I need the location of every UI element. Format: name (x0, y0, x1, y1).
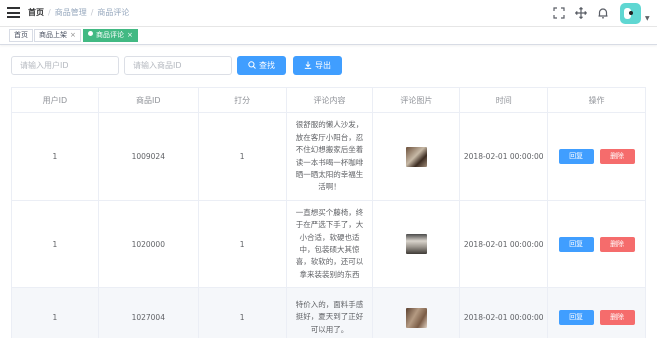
bell-icon[interactable] (597, 7, 609, 19)
comment-text: 一直想买个藤椅，终于在严选下手了，大小合适，软硬也适中，包装硕大其惊喜，软软的，… (295, 207, 364, 279)
close-icon[interactable]: × (70, 31, 76, 39)
breadcrumb-current: 商品评论 (97, 8, 130, 17)
user-id-cell: 1 (12, 113, 99, 200)
close-icon[interactable]: × (127, 31, 133, 39)
tags-view: 首页 商品上架 × 商品评论 × (0, 27, 657, 45)
score-cell: 1 (199, 113, 287, 200)
column-header: 商品ID (99, 88, 199, 112)
hamburger-icon[interactable] (7, 7, 20, 18)
column-header: 时间 (460, 88, 549, 112)
breadcrumb-separator: / (90, 8, 94, 17)
product-id-cell: 1027004 (99, 288, 199, 338)
tag-product-reviews[interactable]: 商品评论 × (83, 29, 138, 42)
score-cell: 1 (199, 288, 287, 338)
search-icon (248, 56, 256, 75)
comment-cell: 很舒服的懒人沙发，放在客厅小阳台，忍不住幻想搬家后坐着读一本书喝一杯咖啡晒一晒太… (287, 113, 374, 200)
comment-text: 特价入的，面料手感挺好，夏天到了正好可以用了。 (295, 299, 364, 334)
actions-cell: 回复 删除 (548, 288, 646, 338)
time-cell: 2018-02-01 00:00:00 (460, 201, 549, 287)
tag-home[interactable]: 首页 (9, 29, 33, 42)
comment-text: 很舒服的懒人沙发，放在客厅小阳台，忍不住幻想搬家后坐着读一本书喝一杯咖啡晒一晒太… (295, 120, 364, 192)
user-id-input[interactable] (11, 56, 119, 75)
breadcrumb-home[interactable]: 首页 (28, 8, 44, 18)
image-cell (373, 201, 461, 287)
review-image[interactable] (405, 146, 427, 167)
column-header: 用户ID (12, 88, 99, 112)
delete-button[interactable]: 删除 (599, 310, 635, 325)
delete-button[interactable]: 删除 (599, 236, 635, 252)
table-row: 1 1009024 1 很舒服的懒人沙发，放在客厅小阳台，忍不住幻想搬家后坐着读… (12, 113, 646, 201)
table-row: 1 1020000 1 一直想买个藤椅，终于在严选下手了，大小合适，软硬也适中，… (12, 201, 646, 288)
product-id-input[interactable] (124, 56, 232, 75)
active-dot-icon (88, 31, 93, 36)
tag-label: 首页 (14, 31, 28, 39)
size-icon[interactable] (575, 7, 587, 19)
actions-cell: 回复 删除 (548, 113, 646, 200)
fullscreen-icon[interactable] (553, 7, 565, 19)
actions-cell: 回复 删除 (548, 201, 646, 287)
reviews-table: 用户ID 商品ID 打分 评论内容 评论图片 时间 操作 1 1009024 1… (11, 87, 646, 338)
time-cell: 2018-02-01 00:00:00 (460, 288, 549, 338)
table-row: 1 1027004 1 特价入的，面料手感挺好，夏天到了正好可以用了。 2018… (12, 288, 646, 338)
breadcrumb-separator: / (48, 8, 51, 17)
comment-cell: 一直想买个藤椅，终于在严选下手了，大小合适，软硬也适中，包装硕大其惊喜，软软的，… (287, 201, 374, 287)
export-button[interactable]: 导出 (293, 56, 342, 75)
score-cell: 1 (199, 201, 287, 287)
review-image[interactable] (405, 234, 427, 254)
user-id-cell: 1 (12, 201, 99, 287)
product-id-cell: 1020000 (99, 201, 199, 287)
user-id-cell: 1 (12, 288, 99, 338)
time-cell: 2018-02-01 00:00:00 (460, 113, 549, 200)
column-header: 评论内容 (287, 88, 374, 112)
comment-cell: 特价入的，面料手感挺好，夏天到了正好可以用了。 (287, 288, 374, 338)
image-cell (373, 113, 461, 200)
tag-label: 商品上架 (39, 31, 67, 39)
breadcrumb: 首页 / 商品管理 / 商品评论 (28, 8, 129, 18)
column-header: 打分 (199, 88, 287, 112)
product-id-cell: 1009024 (99, 113, 199, 200)
breadcrumb-item: 商品管理 (54, 8, 87, 17)
reply-button[interactable]: 回复 (558, 310, 594, 325)
search-label: 查找 (259, 61, 275, 70)
navbar: 首页 / 商品管理 / 商品评论 ▼ (0, 0, 657, 27)
column-header: 评论图片 (373, 88, 461, 112)
table-header: 用户ID 商品ID 打分 评论内容 评论图片 时间 操作 (12, 88, 646, 113)
search-button[interactable]: 查找 (237, 56, 286, 75)
reply-button[interactable]: 回复 (558, 236, 594, 252)
review-image[interactable] (405, 307, 427, 328)
delete-button[interactable]: 删除 (599, 149, 635, 164)
download-icon (304, 56, 312, 75)
column-header: 操作 (548, 88, 646, 112)
caret-down-icon[interactable]: ▼ (645, 15, 650, 22)
avatar[interactable] (620, 3, 641, 24)
image-cell (373, 288, 461, 338)
tag-product-listing[interactable]: 商品上架 × (34, 29, 81, 42)
tag-label: 商品评论 (96, 31, 124, 39)
export-label: 导出 (315, 61, 331, 70)
reply-button[interactable]: 回复 (558, 149, 594, 164)
